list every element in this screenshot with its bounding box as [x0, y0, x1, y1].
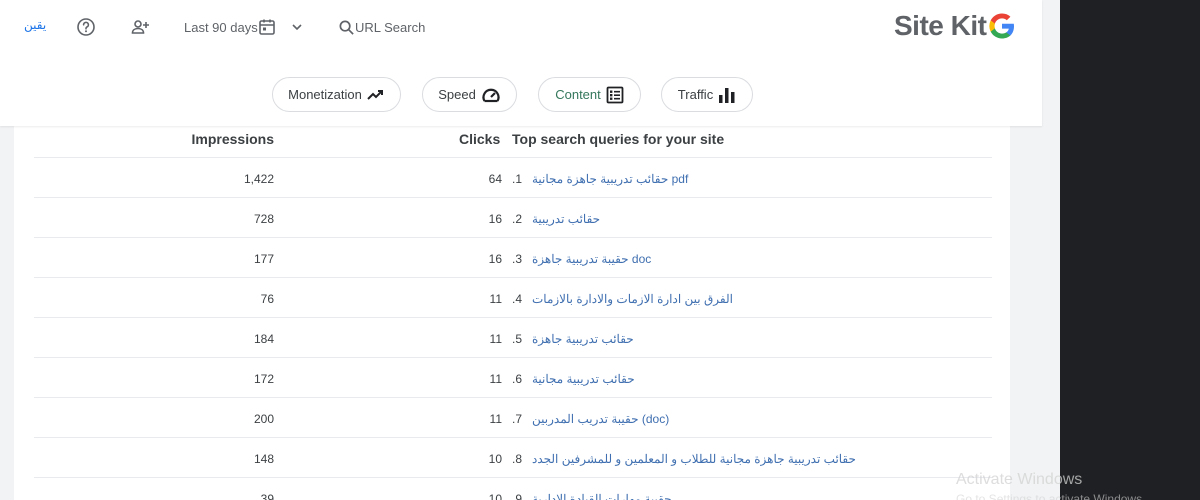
- queries-header: Top search queries for your site: [512, 131, 725, 147]
- calendar-icon: [258, 19, 275, 35]
- rank-cell: .7: [512, 412, 523, 426]
- site-kit-wordmark: Site Kit: [894, 10, 987, 41]
- impressions-cell: 1,422: [243, 172, 274, 186]
- query-link[interactable]: حقيبة تدريبية جاهزة doc: [532, 252, 651, 266]
- impressions-cell: 200: [253, 412, 274, 426]
- rank-cell: .4: [512, 292, 523, 306]
- clicks-cell: 10: [488, 452, 502, 466]
- chip-traffic[interactable]: Traffic: [661, 77, 753, 112]
- query-link[interactable]: حقائب تدريبية مجانية: [532, 372, 635, 386]
- help-icon[interactable]: [74, 15, 98, 39]
- bar-chart-icon: [719, 87, 735, 103]
- clicks-cell: 11: [489, 332, 502, 346]
- impressions-cell: 172: [253, 372, 274, 386]
- table-row: 148 10 .8 حقائب تدريبية جاهزة مجانية للط…: [34, 438, 992, 478]
- search-icon: [339, 20, 354, 35]
- page-gutter: [1042, 0, 1060, 500]
- clicks-cell: 16: [488, 252, 502, 266]
- table-body: 1,422 64 .1 حقائب تدريبية جاهزة مجانية p…: [34, 158, 992, 500]
- impressions-cell: 148: [253, 452, 274, 466]
- clicks-cell: 11: [489, 372, 502, 386]
- rank-cell: .2: [512, 212, 523, 226]
- rank-cell: .1: [512, 172, 523, 186]
- trend-up-icon: [367, 89, 383, 100]
- table-row: 39 10 .9 حقيبة مهارات القيادة الادارية: [34, 478, 992, 500]
- table-row: 1,422 64 .1 حقائب تدريبية جاهزة مجانية p…: [34, 158, 992, 198]
- table-row: 172 11 .6 حقائب تدريبية مجانية: [34, 358, 992, 398]
- url-search-button[interactable]: URL Search: [338, 15, 425, 39]
- rank-cell: .5: [512, 332, 523, 346]
- impressions-cell: 728: [253, 212, 274, 226]
- table-row: 184 11 .5 حقائب تدريبية جاهزة: [34, 318, 992, 358]
- query-link[interactable]: حقائب تدريبية جاهزة: [532, 332, 634, 346]
- clicks-cell: 64: [488, 172, 502, 186]
- speedometer-icon: [482, 88, 500, 102]
- chip-monetization[interactable]: Monetization: [272, 77, 401, 112]
- impressions-header[interactable]: Impressions: [192, 131, 274, 147]
- query-link[interactable]: حقيبة مهارات القيادة الادارية: [532, 492, 672, 500]
- query-link[interactable]: حقائب تدريبية: [532, 212, 600, 226]
- rank-cell: .9: [512, 492, 523, 500]
- query-link[interactable]: الفرق بين ادارة الازمات والادارة بالازما…: [532, 292, 733, 306]
- query-link[interactable]: حقائب تدريبية جاهزة مجانية للطلاب و المع…: [532, 452, 856, 466]
- table-row: 76 11 .4 الفرق بين ادارة الازمات والادار…: [34, 278, 992, 318]
- query-link[interactable]: حقيبة تدريب المدربين (doc): [532, 412, 669, 426]
- activate-windows-watermark: Activate Windows: [956, 471, 1083, 488]
- user-account-link[interactable]: يقين: [24, 18, 46, 32]
- clicks-cell: 11: [489, 292, 502, 306]
- chip-traffic-label: Traffic: [677, 87, 714, 102]
- activate-windows-subtext: Go to Settings to activate Windows.: [956, 492, 1146, 500]
- impressions-cell: 184: [253, 332, 274, 346]
- list-icon: [606, 86, 624, 103]
- site-kit-header: يقين Last 90 days URL Search Site Kit Mo…: [0, 0, 1042, 126]
- chevron-down-icon: [292, 24, 302, 31]
- clicks-cell: 16: [488, 212, 502, 226]
- url-search-label: URL Search: [355, 19, 426, 35]
- table-row: 200 11 .7 حقيبة تدريب المدربين (doc): [34, 398, 992, 438]
- chip-monetization-label: Monetization: [288, 87, 362, 102]
- search-queries-card: Impressions Clicks Top search queries fo…: [14, 120, 1010, 500]
- rank-cell: .3: [512, 252, 523, 266]
- chip-content[interactable]: Content: [538, 77, 641, 112]
- query-link[interactable]: حقائب تدريبية جاهزة مجانية pdf: [532, 172, 688, 186]
- rank-cell: .8: [512, 452, 523, 466]
- date-range-selector[interactable]: Last 90 days: [184, 15, 304, 39]
- top-bar: يقين Last 90 days URL Search Site Kit: [0, 0, 1042, 54]
- impressions-cell: 177: [253, 252, 274, 266]
- site-kit-logo: Site Kit: [894, 10, 1017, 42]
- dashboard-chips: Monetization Speed Content Traffic: [0, 77, 1042, 113]
- impressions-cell: 76: [260, 292, 274, 306]
- table-row: 728 16 .2 حقائب تدريبية: [34, 198, 992, 238]
- clicks-cell: 10: [488, 492, 502, 500]
- chip-content-label: Content: [555, 87, 601, 102]
- rank-cell: .6: [512, 372, 523, 386]
- clicks-header[interactable]: Clicks: [459, 131, 500, 147]
- chip-speed-label: Speed: [438, 87, 476, 102]
- chip-speed[interactable]: Speed: [422, 77, 517, 112]
- side-dark-panel: [1060, 0, 1200, 500]
- add-user-icon[interactable]: [128, 15, 152, 39]
- table-row: 177 16 .3 حقيبة تدريبية جاهزة doc: [34, 238, 992, 278]
- clicks-cell: 11: [489, 412, 502, 426]
- date-range-label: Last 90 days: [184, 19, 258, 35]
- impressions-cell: 39: [260, 492, 274, 500]
- google-g-icon: [989, 13, 1015, 39]
